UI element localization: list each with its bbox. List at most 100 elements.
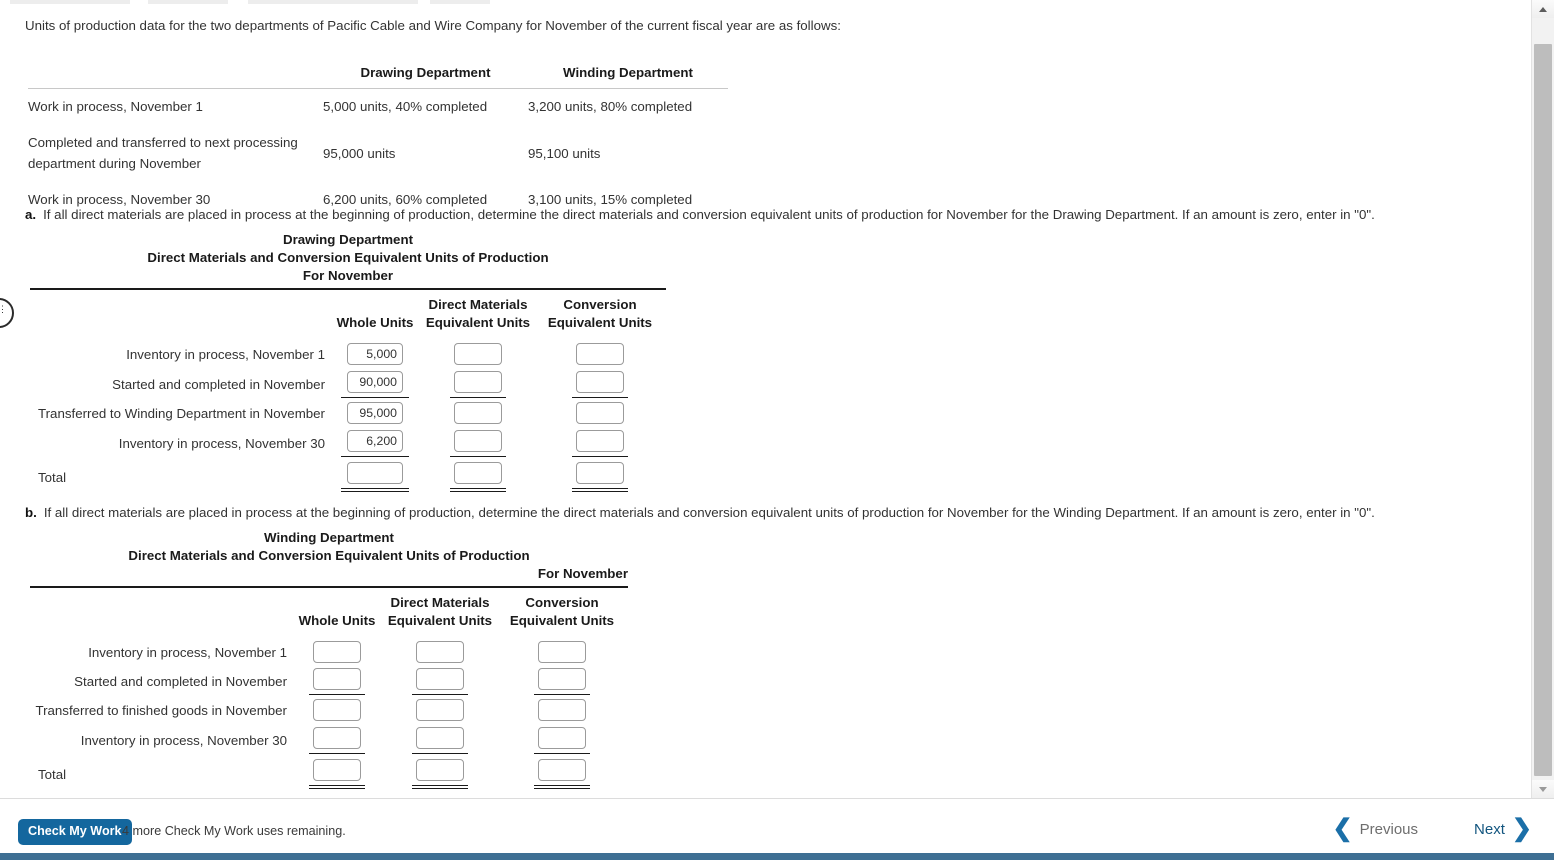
row-label: Work in process, November 1 bbox=[28, 99, 203, 114]
next-button[interactable]: Next ❯ bbox=[1474, 817, 1532, 841]
part-b-letter: b. bbox=[25, 505, 37, 520]
input-b-conversion-3[interactable] bbox=[538, 699, 586, 721]
previous-label: Previous bbox=[1359, 820, 1418, 838]
input-a-whole-units-3[interactable] bbox=[347, 402, 403, 424]
cell-conversion bbox=[539, 402, 661, 424]
previous-button[interactable]: ❮ Previous bbox=[1333, 817, 1418, 841]
row-winding-value: 95,100 units bbox=[528, 145, 601, 161]
input-a-conversion-3[interactable] bbox=[576, 402, 624, 424]
input-a-whole-units-total[interactable] bbox=[347, 462, 403, 484]
part-a-worksheet-title: Drawing Department Direct Materials and … bbox=[30, 231, 666, 285]
cutoff-chip bbox=[248, 0, 418, 4]
worksheet-title-line1: Winding Department bbox=[264, 530, 394, 545]
colhead-direct-materials: Direct Materials Equivalent Units bbox=[417, 296, 539, 332]
input-a-whole-units-1[interactable] bbox=[347, 343, 403, 365]
page-root: Units of production data for the two dep… bbox=[0, 0, 1554, 860]
check-my-work-button[interactable]: Check My Work bbox=[18, 819, 132, 845]
colhead-conversion: Conversion Equivalent Units bbox=[501, 594, 623, 630]
help-bubble-icon[interactable]: ⋮ bbox=[0, 298, 14, 328]
input-b-conversion-total[interactable] bbox=[538, 759, 586, 781]
colhead-conversion: Conversion Equivalent Units bbox=[539, 296, 661, 332]
cell-direct-materials bbox=[417, 462, 539, 492]
cell-whole-units bbox=[333, 371, 417, 398]
total-double-rule bbox=[341, 488, 409, 492]
input-b-direct-materials-3[interactable] bbox=[416, 699, 464, 721]
input-b-whole-units-2[interactable] bbox=[313, 668, 361, 690]
input-a-whole-units-4[interactable] bbox=[347, 430, 403, 452]
input-a-direct-materials-2[interactable] bbox=[454, 371, 502, 393]
input-b-direct-materials-1[interactable] bbox=[416, 641, 464, 663]
input-b-direct-materials-4[interactable] bbox=[416, 727, 464, 749]
part-b-row-started-completed: Started and completed in November bbox=[30, 668, 628, 695]
header-blank bbox=[28, 65, 323, 89]
row-label: Transferred to Winding Department in Nov… bbox=[38, 405, 325, 421]
cell-conversion bbox=[501, 641, 623, 663]
cell-direct-materials bbox=[379, 668, 501, 695]
input-b-conversion-4[interactable] bbox=[538, 727, 586, 749]
input-a-conversion-1[interactable] bbox=[576, 343, 624, 365]
header-drawing-department: Drawing Department bbox=[323, 65, 528, 89]
cell-direct-materials bbox=[417, 343, 539, 365]
scrollbar-thumb[interactable] bbox=[1534, 44, 1552, 776]
total-double-rule bbox=[572, 488, 628, 492]
input-b-direct-materials-total[interactable] bbox=[416, 759, 464, 781]
check-my-work-uses-note: 4 more Check My Work uses remaining. bbox=[122, 824, 346, 838]
input-a-whole-units-2[interactable] bbox=[347, 371, 403, 393]
colhead-cv-line1: Conversion bbox=[563, 297, 637, 312]
cell-conversion bbox=[539, 343, 661, 365]
cell-direct-materials bbox=[379, 641, 501, 663]
worksheet-title-line2: Direct Materials and Conversion Equivale… bbox=[128, 548, 530, 563]
input-b-whole-units-total[interactable] bbox=[313, 759, 361, 781]
row-label-total: Total bbox=[38, 469, 67, 485]
input-b-whole-units-1[interactable] bbox=[313, 641, 361, 663]
input-b-direct-materials-2[interactable] bbox=[416, 668, 464, 690]
subtotal-rule bbox=[412, 753, 468, 754]
colhead-dm-line2: Equivalent Units bbox=[387, 613, 493, 628]
cutoff-chip bbox=[10, 0, 130, 4]
cell-direct-materials bbox=[379, 699, 501, 721]
input-a-direct-materials-total[interactable] bbox=[454, 462, 502, 484]
row-winding-value: 3,200 units, 80% completed bbox=[528, 99, 693, 115]
input-a-direct-materials-1[interactable] bbox=[454, 343, 502, 365]
cell-conversion bbox=[501, 668, 623, 695]
next-label: Next bbox=[1474, 820, 1505, 838]
input-b-whole-units-4[interactable] bbox=[313, 727, 361, 749]
cell-direct-materials bbox=[417, 430, 539, 457]
cell-direct-materials bbox=[417, 371, 539, 398]
input-a-conversion-4[interactable] bbox=[576, 430, 624, 452]
colhead-direct-materials: Direct Materials Equivalent Units bbox=[379, 594, 501, 630]
cell-direct-materials bbox=[379, 727, 501, 754]
subtotal-rule bbox=[309, 753, 365, 754]
input-b-conversion-1[interactable] bbox=[538, 641, 586, 663]
part-b-row-total: Total bbox=[30, 759, 628, 789]
part-b-row-transferred: Transferred to finished goods in Novembe… bbox=[30, 699, 628, 721]
input-b-conversion-2[interactable] bbox=[538, 668, 586, 690]
subtotal-rule bbox=[572, 397, 628, 398]
header-winding-department: Winding Department bbox=[528, 65, 728, 89]
ellipsis-icon: ⋮ bbox=[0, 304, 7, 314]
colhead-whole-units-label: Whole Units bbox=[336, 315, 414, 330]
input-a-conversion-2[interactable] bbox=[576, 371, 624, 393]
row-label: Completed and transferred to next proces… bbox=[28, 134, 298, 172]
part-b-row-inventory-nov1: Inventory in process, November 1 bbox=[30, 641, 628, 663]
cell-whole-units bbox=[295, 668, 379, 695]
scroll-up-button[interactable] bbox=[1532, 0, 1554, 18]
cell-whole-units bbox=[295, 699, 379, 721]
cell-whole-units bbox=[333, 462, 417, 492]
cell-conversion bbox=[539, 371, 661, 398]
scroll-down-button[interactable] bbox=[1532, 780, 1554, 798]
part-a-row-started-completed: Started and completed in November bbox=[30, 371, 666, 398]
vertical-scrollbar[interactable] bbox=[1531, 0, 1554, 798]
part-a-letter: a. bbox=[25, 207, 37, 222]
footer-bar: Check My Work 4 more Check My Work uses … bbox=[0, 798, 1554, 860]
cutoff-chip bbox=[148, 0, 228, 4]
subtotal-rule bbox=[572, 456, 628, 457]
subtotal-rule bbox=[534, 753, 590, 754]
subtotal-rule bbox=[309, 694, 365, 695]
part-a-column-headers: Whole Units Direct Materials Equivalent … bbox=[30, 292, 666, 332]
input-a-direct-materials-4[interactable] bbox=[454, 430, 502, 452]
part-b-worksheet: Winding Department Direct Materials and … bbox=[30, 529, 628, 789]
input-b-whole-units-3[interactable] bbox=[313, 699, 361, 721]
input-a-conversion-total[interactable] bbox=[576, 462, 624, 484]
input-a-direct-materials-3[interactable] bbox=[454, 402, 502, 424]
